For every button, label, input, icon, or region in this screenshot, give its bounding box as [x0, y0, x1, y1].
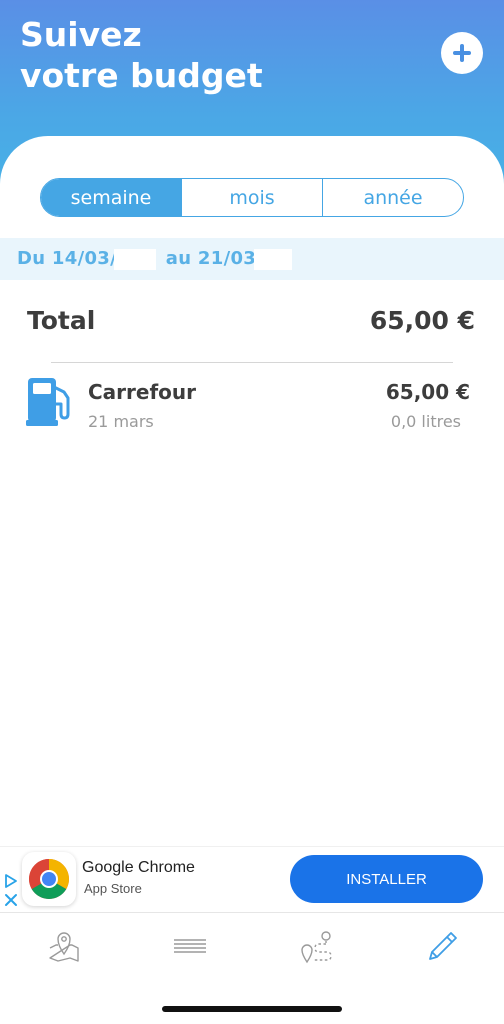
ad-app-name: Google Chrome: [82, 859, 195, 876]
entry-name[interactable]: Carrefour: [88, 380, 196, 404]
period-tab-mois[interactable]: mois: [181, 179, 322, 216]
period-selector: semaine mois année: [40, 178, 464, 217]
period-tab-semaine[interactable]: semaine: [41, 179, 181, 216]
ad-store-name: App Store: [84, 881, 142, 896]
tab-route[interactable]: [297, 926, 337, 966]
tab-map[interactable]: [44, 926, 84, 966]
page-title-line2: votre budget: [20, 56, 263, 95]
pencil-icon: [429, 932, 457, 960]
entry-date: 21 mars: [88, 412, 154, 431]
redaction-mask: [114, 249, 156, 270]
chrome-app-icon[interactable]: [22, 852, 76, 906]
list-icon: [174, 939, 206, 953]
entry-volume: 0,0 litres: [390, 412, 461, 431]
tab-edit[interactable]: [423, 926, 463, 966]
ad-close-icon[interactable]: [4, 893, 18, 912]
total-amount: 65,00 €: [369, 306, 475, 335]
total-label: Total: [27, 306, 96, 335]
home-indicator: [162, 1006, 342, 1012]
plus-icon: [453, 44, 471, 62]
ad-choices-icon[interactable]: [4, 874, 18, 893]
page-title-line1: Suivez: [20, 15, 142, 54]
install-button[interactable]: INSTALLER: [290, 855, 483, 903]
date-from: Du 14/03/2: [17, 248, 130, 269]
redaction-mask: [254, 249, 292, 270]
map-pin-icon: [49, 932, 79, 962]
add-button[interactable]: [441, 32, 483, 74]
entry-amount: 65,00 €: [385, 380, 470, 404]
fuel-pump-icon: [26, 376, 76, 433]
tab-list[interactable]: [170, 926, 210, 966]
divider: [51, 362, 453, 363]
period-tab-annee[interactable]: année: [322, 179, 463, 216]
page-title: Suivez votre budget: [20, 14, 400, 96]
route-icon: [301, 931, 332, 964]
